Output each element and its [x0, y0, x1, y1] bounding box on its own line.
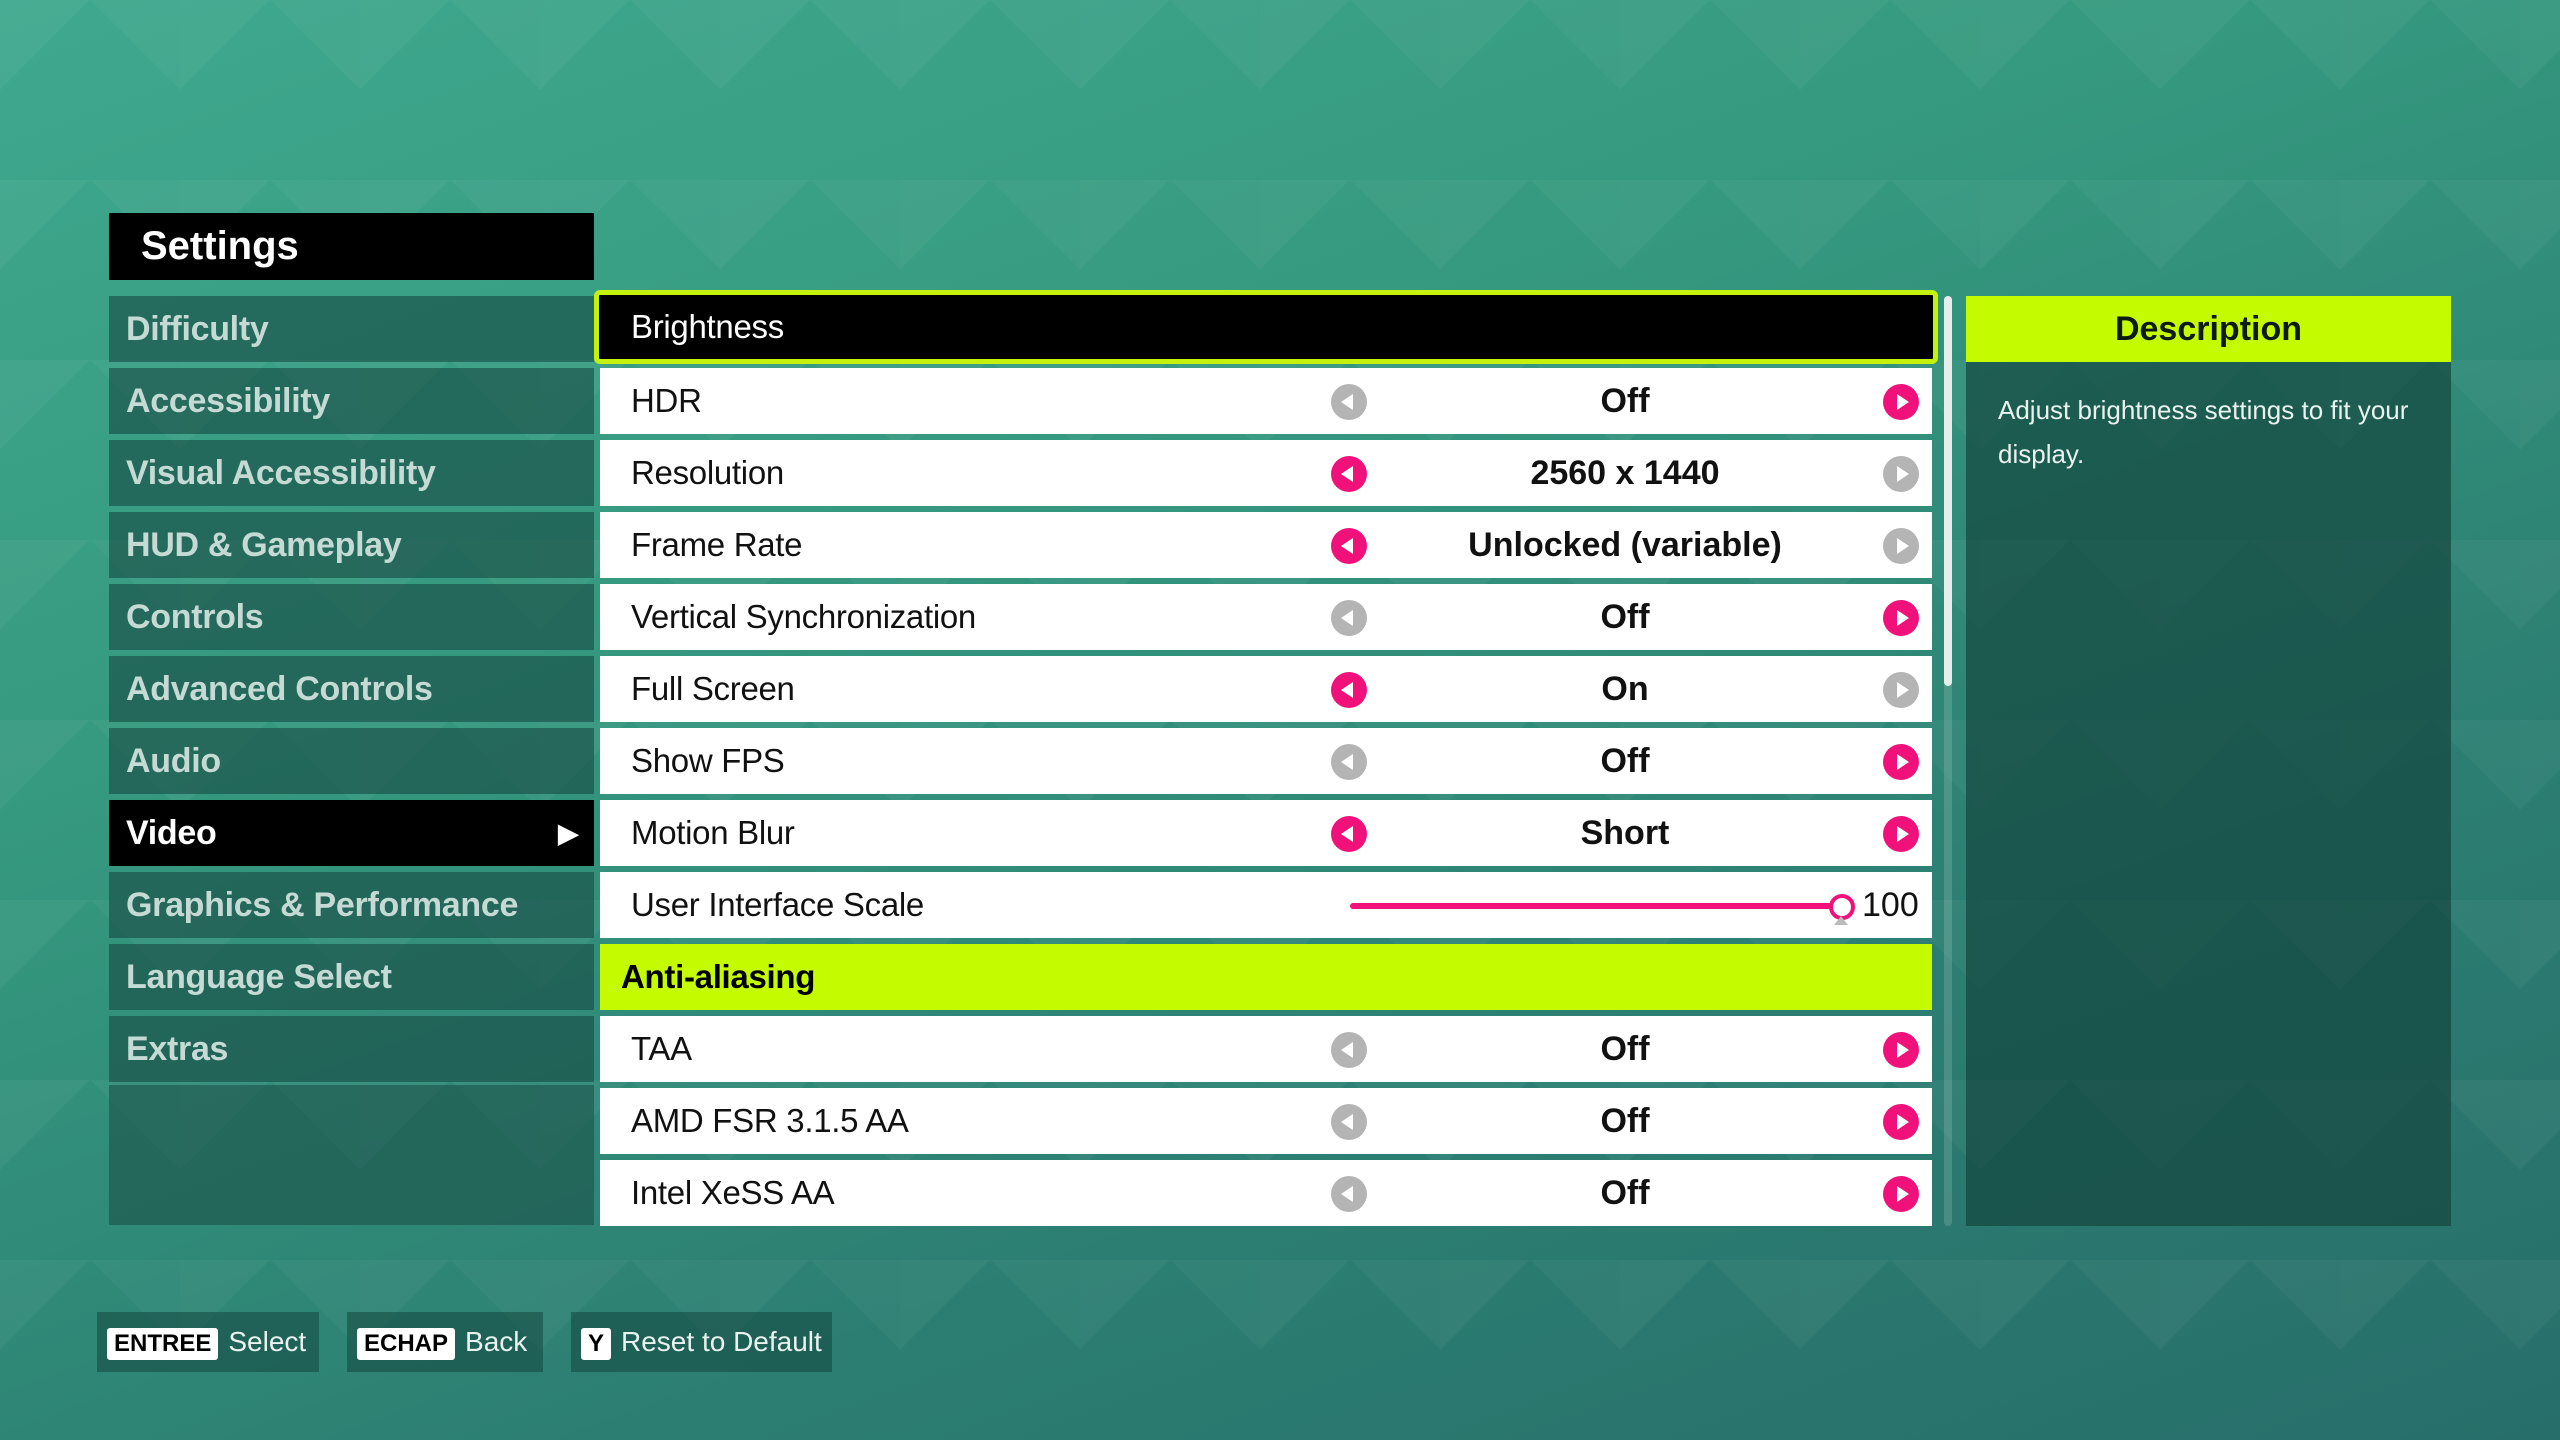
setting-value: Off [1600, 742, 1650, 780]
arrow-left-icon[interactable] [1331, 744, 1367, 780]
setting-label: AMD FSR 3.1.5 AA [631, 1102, 909, 1139]
arrow-left-icon[interactable] [1331, 384, 1367, 420]
sidebar-item-video[interactable]: Video ▶ [109, 800, 594, 866]
select-button[interactable]: ENTREE Select [97, 1312, 319, 1372]
setting-label: Show FPS [631, 742, 785, 779]
sidebar-item-label: Graphics & Performance [126, 886, 519, 924]
setting-row-brightness[interactable]: Brightness [594, 290, 1938, 364]
arrow-left-icon[interactable] [1331, 816, 1367, 852]
scrollbar-thumb[interactable] [1944, 296, 1952, 686]
section-title: Anti-aliasing [621, 958, 816, 995]
key-y-icon: Y [581, 1327, 612, 1360]
sidebar-item-accessibility[interactable]: Accessibility [109, 368, 594, 434]
section-header-anti-aliasing: Anti-aliasing [600, 944, 1932, 1010]
sidebar-item-label: Difficulty [126, 310, 269, 348]
sidebar-item-label: Language Select [126, 958, 392, 996]
arrow-left-icon[interactable] [1331, 600, 1367, 636]
setting-value: Off [1600, 1174, 1650, 1212]
setting-value: Off [1600, 598, 1650, 636]
key-enter-icon: ENTREE [107, 1327, 219, 1360]
setting-row-full-screen[interactable]: Full Screen On [600, 656, 1932, 722]
sidebar-item-hud-gameplay[interactable]: HUD & Gameplay [109, 512, 594, 578]
arrow-right-icon[interactable] [1883, 1104, 1919, 1140]
select-label: Select [228, 1326, 307, 1357]
back-label: Back [465, 1326, 528, 1357]
setting-value: Unlocked (variable) [1468, 526, 1782, 564]
sidebar-item-label: Audio [126, 742, 221, 780]
sidebar-item-difficulty[interactable]: Difficulty [109, 296, 594, 362]
key-escape-icon: ECHAP [357, 1327, 456, 1360]
sidebar-item-label: Video [126, 814, 217, 852]
arrow-left-icon[interactable] [1331, 1032, 1367, 1068]
setting-label: Vertical Synchronization [631, 598, 976, 635]
sidebar-item-visual-accessibility[interactable]: Visual Accessibility [109, 440, 594, 506]
sidebar-item-label: Accessibility [126, 382, 330, 420]
arrow-right-icon[interactable] [1883, 672, 1919, 708]
arrow-right-icon[interactable] [1883, 744, 1919, 780]
sidebar-item-controls[interactable]: Controls [109, 584, 594, 650]
setting-row-intel-xess[interactable]: Intel XeSS AA Off [600, 1160, 1932, 1226]
setting-label: Full Screen [631, 670, 795, 707]
arrow-left-icon[interactable] [1331, 1176, 1367, 1212]
setting-row-hdr[interactable]: HDR Off [600, 368, 1932, 434]
setting-value: On [1601, 670, 1649, 708]
reset-to-default-button[interactable]: Y Reset to Default [571, 1312, 832, 1372]
setting-value: Off [1600, 1102, 1650, 1140]
setting-row-ui-scale[interactable]: User Interface Scale 100 [600, 872, 1932, 938]
setting-label: Brightness [631, 308, 784, 345]
setting-row-show-fps[interactable]: Show FPS Off [600, 728, 1932, 794]
setting-row-vsync[interactable]: Vertical Synchronization Off [600, 584, 1932, 650]
setting-label: User Interface Scale [631, 886, 924, 923]
sidebar-item-audio[interactable]: Audio [109, 728, 594, 794]
setting-row-frame-rate[interactable]: Frame Rate Unlocked (variable) [600, 512, 1932, 578]
setting-label: TAA [631, 1030, 692, 1067]
arrow-left-icon[interactable] [1331, 528, 1367, 564]
setting-value: 100 [1862, 886, 1919, 924]
sidebar-item-language-select[interactable]: Language Select [109, 944, 594, 1010]
setting-label: Resolution [631, 454, 784, 491]
setting-label: Motion Blur [631, 814, 795, 851]
setting-value: 2560 x 1440 [1530, 454, 1720, 492]
page-title: Settings [109, 213, 594, 280]
setting-value: Short [1580, 814, 1670, 852]
arrow-right-icon[interactable] [1883, 384, 1919, 420]
sidebar-item-label: Visual Accessibility [126, 454, 436, 492]
setting-value: Off [1600, 382, 1650, 420]
arrow-right-icon[interactable] [1883, 600, 1919, 636]
sidebar-item-label: HUD & Gameplay [126, 526, 402, 564]
arrow-left-icon[interactable] [1331, 672, 1367, 708]
setting-label: Intel XeSS AA [631, 1174, 835, 1211]
chevron-right-icon: ▶ [558, 818, 578, 848]
sidebar-item-advanced-controls[interactable]: Advanced Controls [109, 656, 594, 722]
setting-value: Off [1600, 1030, 1650, 1068]
back-button[interactable]: ECHAP Back [347, 1312, 543, 1372]
sidebar-item-extras[interactable]: Extras [109, 1016, 594, 1082]
arrow-right-icon[interactable] [1883, 528, 1919, 564]
sidebar-item-label: Advanced Controls [126, 670, 433, 708]
description-text: Adjust brightness settings to fit your d… [1998, 395, 2409, 469]
setting-row-resolution[interactable]: Resolution 2560 x 1440 [600, 440, 1932, 506]
setting-row-amd-fsr[interactable]: AMD FSR 3.1.5 AA Off [600, 1088, 1932, 1154]
ui-scale-slider-track[interactable] [1350, 903, 1840, 909]
sidebar-item-graphics-performance[interactable]: Graphics & Performance [109, 872, 594, 938]
sidebar-item-label: Extras [126, 1030, 229, 1068]
reset-label: Reset to Default [621, 1326, 822, 1357]
arrow-right-icon[interactable] [1883, 816, 1919, 852]
arrow-right-icon[interactable] [1883, 1032, 1919, 1068]
sidebar-filler [109, 1085, 594, 1225]
slider-default-marker-icon [1834, 916, 1848, 925]
arrow-right-icon[interactable] [1883, 1176, 1919, 1212]
setting-label: HDR [631, 382, 702, 419]
setting-row-taa[interactable]: TAA Off [600, 1016, 1932, 1082]
description-panel: Adjust brightness settings to fit your d… [1966, 362, 2451, 1226]
arrow-left-icon[interactable] [1331, 456, 1367, 492]
setting-row-motion-blur[interactable]: Motion Blur Short [600, 800, 1932, 866]
description-title: Description [1966, 296, 2451, 362]
setting-label: Frame Rate [631, 526, 803, 563]
sidebar-item-label: Controls [126, 598, 264, 636]
arrow-left-icon[interactable] [1331, 1104, 1367, 1140]
arrow-right-icon[interactable] [1883, 456, 1919, 492]
